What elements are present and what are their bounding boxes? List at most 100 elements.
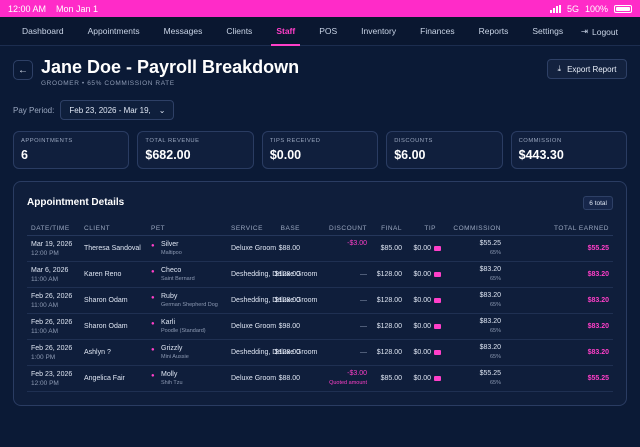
pay-period-select[interactable]: Feb 23, 2026 - Mar 19, ⌄ (60, 100, 175, 120)
cell-commission-rate: 65% (489, 328, 501, 334)
stat-total-revenue: TOTAL REVENUE $682.00 (137, 131, 254, 169)
stat-value: 6 (21, 148, 28, 162)
cell-service: Deluxe Groom (231, 323, 277, 330)
cell-base: $128.00 (274, 349, 300, 356)
cell-final: $128.00 (376, 271, 402, 278)
cell-client: Sharon Odam (84, 297, 128, 304)
panel-title: Appointment Details (27, 197, 125, 208)
total-badge: 6 total (583, 196, 613, 210)
cell-tip: $0.00 (413, 349, 441, 356)
cell-time: 11:00 AM (31, 276, 58, 283)
status-time: 12:00 AM (8, 3, 47, 14)
pet-breed: Mini Aussie (161, 354, 189, 360)
logout-button[interactable]: ⇥ Logout (581, 17, 618, 46)
cell-commission: $83.20 (479, 292, 501, 299)
stat-label: DISCOUNTS (394, 138, 433, 144)
nav-reports[interactable]: Reports (479, 17, 509, 46)
cell-pet: ● Ruby German Shepherd Dog (151, 288, 221, 314)
pet-name: Checo (161, 267, 182, 274)
column-header: COMMISSION (453, 225, 501, 232)
nav-messages[interactable]: Messages (164, 17, 203, 46)
back-button[interactable]: ← (13, 60, 33, 80)
stat-value: $0.00 (269, 148, 302, 162)
logout-icon: ⇥ (580, 26, 588, 36)
cell-discount: — (360, 349, 367, 356)
page-title: Jane Doe - Payroll Breakdown (41, 57, 300, 77)
cell-final: $85.00 (380, 245, 402, 252)
table-header: DATE/TIME CLIENT PET SERVICE BASE DISCOU… (27, 222, 613, 236)
column-header: BASE (280, 225, 300, 232)
nav-settings[interactable]: Settings (532, 17, 563, 46)
cell-final: $85.00 (380, 375, 402, 382)
pet-name: Ruby (161, 293, 178, 300)
cell-date: Feb 26, 2026 (31, 293, 73, 300)
cell-commission-rate: 65% (489, 354, 501, 360)
wallet-icon (434, 323, 441, 329)
table-row[interactable]: Feb 23, 2026 12:00 PM Angelica Fair ● Mo… (27, 366, 613, 392)
nav-pos[interactable]: POS (319, 17, 337, 46)
cell-tip: $0.00 (413, 271, 441, 278)
page-subtitle: GROOMER • 65% COMMISSION RATE (41, 80, 175, 87)
cell-time: 12:00 PM (31, 250, 59, 257)
wallet-icon (434, 349, 441, 355)
arrow-left-icon: ← (18, 64, 28, 76)
cell-commission-rate: 65% (489, 302, 501, 308)
battery-label: 100% (584, 3, 608, 14)
paw-icon: ● (151, 347, 155, 353)
cell-commission-rate: 65% (489, 380, 501, 386)
cell-client: Angelica Fair (84, 375, 125, 382)
cell-client: Sharon Odam (84, 323, 128, 330)
cell-total-earned: $83.20 (587, 349, 609, 356)
stat-commission: COMMISSION $443.30 (510, 131, 628, 169)
export-report-button[interactable]: ⤓ Export Report (547, 59, 627, 79)
column-header: CLIENT (84, 225, 111, 232)
pet-breed: Maltipoo (161, 250, 182, 256)
table-row[interactable]: Mar 19, 2026 12:00 PM Theresa Sandoval ●… (27, 236, 613, 262)
nav-inventory[interactable]: Inventory (361, 17, 396, 46)
table-row[interactable]: Mar 6, 2026 11:00 AM Karen Reno ● Checo … (27, 262, 613, 288)
cell-client: Karen Reno (84, 271, 122, 278)
cell-date: Mar 19, 2026 (31, 241, 73, 248)
cell-tip: $0.00 (413, 297, 441, 304)
cell-discount-note: Quoted amount (329, 380, 367, 386)
cell-commission: $83.20 (479, 266, 501, 273)
wallet-icon (434, 271, 441, 277)
cell-pet: ● Checo Saint Bernard (151, 262, 221, 288)
table-row[interactable]: Feb 26, 2026 1:00 PM Ashlyn ? ● Grizzly … (27, 340, 613, 366)
cell-total-earned: $55.25 (587, 245, 609, 252)
pet-name: Molly (161, 371, 178, 378)
pet-breed: Saint Bernard (161, 276, 195, 282)
cell-pet: ● Molly Shih Tzu (151, 366, 221, 392)
cell-total-earned: $83.20 (587, 271, 609, 278)
table-row[interactable]: Feb 26, 2026 11:00 AM Sharon Odam ● Karl… (27, 314, 613, 340)
tip-amount: $0.00 (413, 245, 431, 252)
column-header: DATE/TIME (31, 225, 70, 232)
cell-commission: $55.25 (479, 240, 501, 247)
paw-icon: ● (151, 295, 155, 301)
battery-icon (614, 4, 632, 13)
column-header: FINAL (381, 225, 402, 232)
cell-total-earned: $55.25 (587, 375, 609, 382)
cell-commission-rate: 65% (489, 250, 501, 256)
pet-name: Grizzly (161, 345, 183, 352)
cell-discount: — (360, 323, 367, 330)
nav-staff[interactable]: Staff (271, 17, 301, 46)
pet-breed: Shih Tzu (161, 380, 183, 386)
stat-discounts: DISCOUNTS $6.00 (386, 131, 503, 169)
nav-finances[interactable]: Finances (420, 17, 455, 46)
stat-appointments: APPOINTMENTS 6 (13, 131, 130, 169)
cell-time: 1:00 PM (31, 354, 56, 361)
nav-clients[interactable]: Clients (226, 17, 252, 46)
nav-appointments[interactable]: Appointments (88, 17, 140, 46)
tip-amount: $0.00 (413, 271, 431, 278)
stat-value: $6.00 (394, 148, 426, 162)
page-header: ← Jane Doe - Payroll Breakdown GROOMER •… (13, 57, 627, 93)
paw-icon: ● (151, 321, 155, 327)
tip-amount: $0.00 (413, 375, 431, 382)
table-row[interactable]: Feb 26, 2026 11:00 AM Sharon Odam ● Ruby… (27, 288, 613, 314)
wallet-icon (434, 375, 441, 381)
cell-discount: — (360, 297, 367, 304)
tip-amount: $0.00 (413, 349, 431, 356)
paw-icon: ● (151, 373, 155, 379)
nav-dashboard[interactable]: Dashboard (22, 17, 64, 46)
